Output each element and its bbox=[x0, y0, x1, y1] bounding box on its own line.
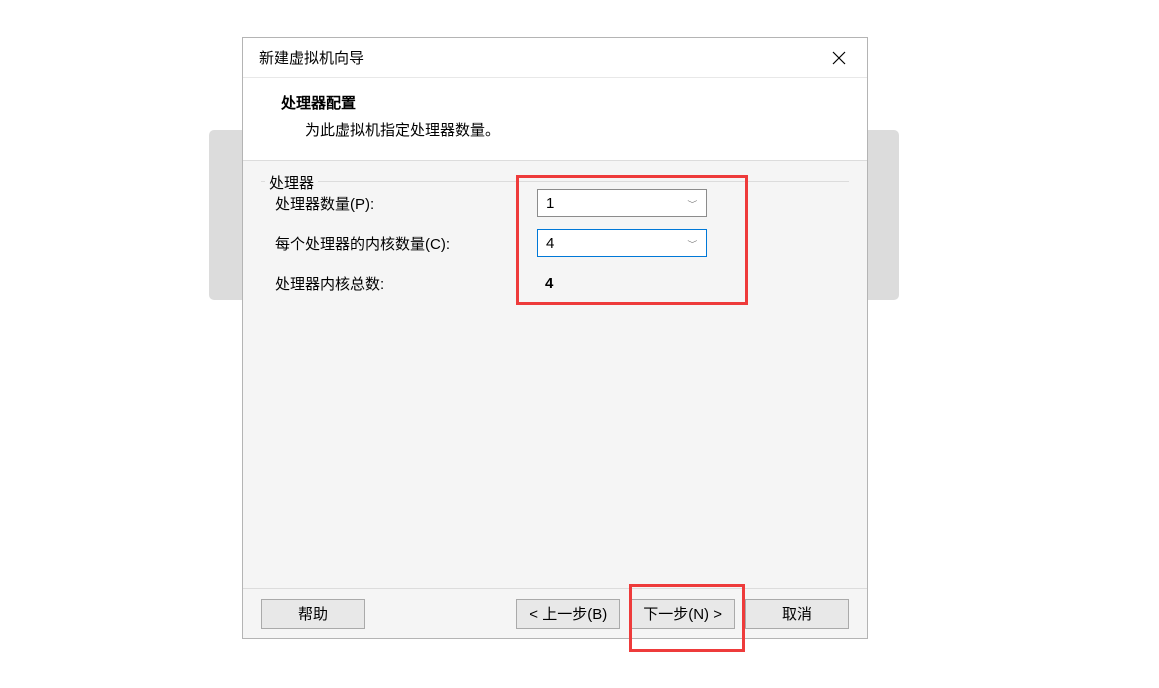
cancel-button[interactable]: 取消 bbox=[745, 599, 849, 629]
header-subtitle: 为此虚拟机指定处理器数量。 bbox=[281, 119, 829, 140]
cores-per-processor-row: 每个处理器的内核数量(C): 4 〉 bbox=[275, 229, 835, 257]
chevron-down-icon: 〉 bbox=[686, 200, 701, 207]
dialog-title: 新建虚拟机向导 bbox=[259, 47, 364, 68]
processor-fieldset: 处理器 处理器数量(P): 1 〉 每个处理器的内核数量(C): 4 〉 处理器… bbox=[261, 173, 849, 321]
processor-count-label: 处理器数量(P): bbox=[275, 193, 537, 214]
close-button[interactable] bbox=[825, 44, 853, 72]
back-button[interactable]: < 上一步(B) bbox=[516, 599, 620, 629]
cores-per-processor-value: 4 bbox=[546, 235, 688, 252]
total-cores-value: 4 bbox=[537, 275, 553, 292]
footer: 帮助 < 上一步(B) 下一步(N) > 取消 bbox=[243, 588, 867, 638]
fieldset-legend: 处理器 bbox=[265, 172, 318, 193]
chevron-down-icon: 〉 bbox=[686, 240, 701, 247]
content-area: 处理器 处理器数量(P): 1 〉 每个处理器的内核数量(C): 4 〉 处理器… bbox=[243, 160, 867, 588]
processor-count-value: 1 bbox=[546, 195, 688, 212]
header-title: 处理器配置 bbox=[281, 92, 829, 113]
total-cores-row: 处理器内核总数: 4 bbox=[275, 269, 835, 297]
wizard-dialog: 新建虚拟机向导 处理器配置 为此虚拟机指定处理器数量。 处理器 处理器数量(P)… bbox=[242, 37, 868, 639]
processor-count-dropdown[interactable]: 1 〉 bbox=[537, 189, 707, 217]
fieldset-border bbox=[261, 181, 849, 182]
help-button[interactable]: 帮助 bbox=[261, 599, 365, 629]
next-button[interactable]: 下一步(N) > bbox=[630, 599, 735, 629]
titlebar: 新建虚拟机向导 bbox=[243, 38, 867, 78]
total-cores-label: 处理器内核总数: bbox=[275, 273, 537, 294]
header-section: 处理器配置 为此虚拟机指定处理器数量。 bbox=[243, 78, 867, 160]
processor-count-row: 处理器数量(P): 1 〉 bbox=[275, 189, 835, 217]
close-icon bbox=[832, 51, 846, 65]
cores-per-processor-dropdown[interactable]: 4 〉 bbox=[537, 229, 707, 257]
cores-per-processor-label: 每个处理器的内核数量(C): bbox=[275, 233, 537, 254]
